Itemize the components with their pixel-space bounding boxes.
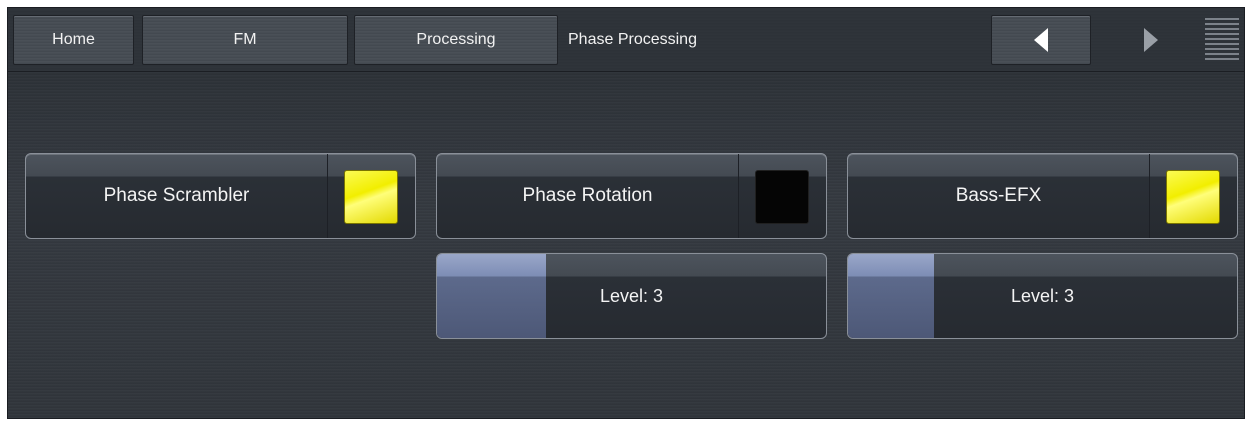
- divider: [327, 154, 328, 238]
- divider: [1149, 154, 1150, 238]
- fm-button-label: FM: [233, 31, 257, 48]
- bass-efx-indicator: [1166, 170, 1220, 224]
- phase-rotation-indicator: [755, 170, 809, 224]
- phase-rotation-level-slider[interactable]: Level: 3: [436, 253, 827, 339]
- phase-scrambler-label: Phase Scrambler: [103, 185, 250, 206]
- right-arrow-icon: [1144, 28, 1158, 52]
- phase-rotation-label: Phase Rotation: [522, 185, 653, 206]
- app-window: Home FM Processing Phase Processing Phas…: [7, 7, 1245, 419]
- divider: [738, 154, 739, 238]
- processing-button[interactable]: Processing: [354, 15, 558, 65]
- phase-scrambler-toggle[interactable]: Phase Scrambler: [25, 153, 416, 239]
- phase-scrambler-indicator: [344, 170, 398, 224]
- phase-rotation-toggle[interactable]: Phase Rotation: [436, 153, 827, 239]
- navigation-bar: Home FM Processing Phase Processing: [8, 8, 1244, 72]
- processing-button-label: Processing: [416, 31, 496, 48]
- home-button-label: Home: [52, 31, 95, 48]
- bass-efx-label: Bass-EFX: [955, 185, 1042, 206]
- forward-button[interactable]: [1111, 15, 1191, 65]
- left-arrow-icon: [1034, 28, 1048, 52]
- page-title: Phase Processing: [568, 31, 697, 48]
- phase-rotation-level-label: Level: 3: [599, 285, 664, 306]
- home-button[interactable]: Home: [13, 15, 134, 65]
- fm-button[interactable]: FM: [142, 15, 348, 65]
- back-button[interactable]: [991, 15, 1091, 65]
- bass-efx-toggle[interactable]: Bass-EFX: [847, 153, 1238, 239]
- bass-efx-level-label: Level: 3: [1010, 285, 1075, 306]
- bass-efx-level-slider[interactable]: Level: 3: [847, 253, 1238, 339]
- main-panel: Phase Scrambler Phase Rotation Bass-EFX …: [8, 72, 1244, 418]
- menu-icon[interactable]: [1205, 18, 1239, 62]
